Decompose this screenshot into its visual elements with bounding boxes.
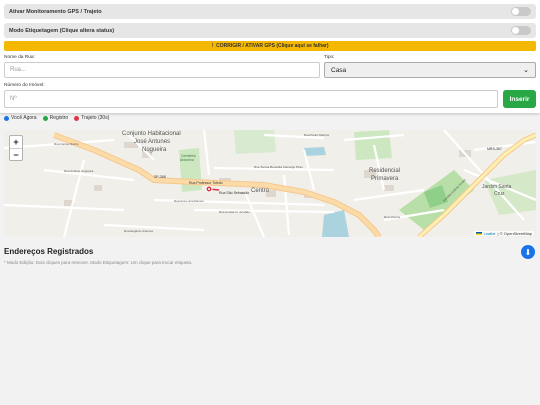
- map-label-residencial: Residencial: [369, 168, 400, 174]
- you-dot-icon: [4, 115, 9, 121]
- street-input[interactable]: Rua...: [4, 62, 320, 78]
- map-label-rua-ana: Rua Ana Luiza Ramos: [174, 199, 204, 203]
- map-label-rua-sao-seb: Rua São Sebastião: [219, 191, 249, 195]
- zoom-in-button[interactable]: +: [10, 136, 22, 148]
- trail-dot-icon: [74, 115, 80, 121]
- street-label: Nome da Rua:: [4, 55, 35, 60]
- map-label-cruz: Cruz: [494, 191, 505, 197]
- map-view[interactable]: Conjunto Habitacional José Antunes Nogue…: [4, 130, 536, 237]
- download-button[interactable]: ⬇: [521, 245, 535, 259]
- map-label-rua-vicente: Rua Vicente: [384, 215, 401, 219]
- map-label-rua-antonio: Rua Antônio Nogueira: [64, 169, 94, 173]
- map-label-rua-carlos: Rua Carlos Osório: [54, 142, 79, 146]
- warning-icon: !: [211, 43, 214, 49]
- tagging-mode-label: Modo Etiquetagem (Clique altera status): [9, 27, 115, 34]
- map-label-primavera: Primavera: [371, 176, 399, 182]
- map-label-antonina: Antonina: [180, 158, 194, 162]
- map-legend: Você Agora Registro Trajeto (30s): [4, 115, 109, 121]
- map-tiles: Conjunto Habitacional José Antunes Nogue…: [4, 130, 536, 237]
- gps-monitoring-switch[interactable]: [511, 7, 531, 16]
- insert-button[interactable]: Inserir: [503, 90, 536, 108]
- number-input[interactable]: Nº: [4, 90, 498, 108]
- map-label-jose: José Antunes: [134, 139, 170, 145]
- download-icon: ⬇: [524, 247, 532, 257]
- zoom-out-button[interactable]: −: [10, 148, 22, 160]
- leaflet-link[interactable]: Leaflet: [484, 231, 496, 236]
- edit-mode-hint: * Modo Edição: Dois cliques para remover…: [4, 260, 193, 265]
- map-label-rua-amelia: Rua Amélia O. de Melo: [219, 210, 250, 214]
- map-attribution: Leaflet | © OpenStreetMap: [473, 231, 534, 236]
- osm-attribution-text: | © OpenStreetMap: [497, 231, 532, 236]
- ukraine-flag-icon: [475, 232, 482, 235]
- gps-monitoring-toggle-row[interactable]: Ativar Monitoramento GPS / Trajeto: [4, 4, 536, 19]
- type-label: Tipo:: [324, 55, 335, 60]
- chevron-down-icon: ⌄: [523, 67, 529, 74]
- legend-item-record: Registro: [42, 115, 68, 121]
- map-label-rua-pedro: Rua Pedro Martins: [304, 133, 330, 137]
- tagging-mode-switch[interactable]: [511, 26, 531, 35]
- record-dot-icon: [42, 115, 48, 121]
- number-label: Número do Imóvel:: [4, 83, 45, 88]
- gps-monitoring-label: Ativar Monitoramento GPS / Trajeto: [9, 8, 102, 15]
- type-select[interactable]: Casa ⌄: [324, 62, 536, 78]
- fix-gps-banner[interactable]: ! CORRIGIR / ATIVAR GPS (Clique aqui se …: [4, 41, 536, 51]
- map-label-mrs: MRS-357: [487, 147, 502, 151]
- map-label-rua-teresa: Rua Teresa Benedita Camargo Pires: [254, 165, 303, 169]
- map-label-rua-eugenio: Rua Eugênio Antunes: [124, 229, 154, 233]
- map-label-nogueira: Nogueira: [142, 147, 167, 153]
- registered-addresses-title: Endereços Registrados: [4, 247, 94, 256]
- map-label-centro: Centro: [251, 188, 270, 194]
- tagging-mode-toggle-row[interactable]: Modo Etiquetagem (Clique altera status): [4, 23, 536, 38]
- legend-item-you: Você Agora: [4, 115, 37, 121]
- map-label-jardim: Jardim Santa: [482, 184, 512, 190]
- map-label-conjunto: Conjunto Habitacional: [122, 131, 181, 137]
- legend-item-trail: Trajeto (30s): [74, 115, 109, 121]
- zoom-control: + −: [9, 135, 23, 161]
- fix-gps-text: CORRIGIR / ATIVAR GPS (Clique aqui se fa…: [216, 43, 329, 49]
- type-select-value: Casa: [331, 66, 347, 74]
- map-label-sp268: SP-268: [154, 175, 166, 179]
- map-label-rua-prof: Rua Professor Toledo: [189, 181, 223, 185]
